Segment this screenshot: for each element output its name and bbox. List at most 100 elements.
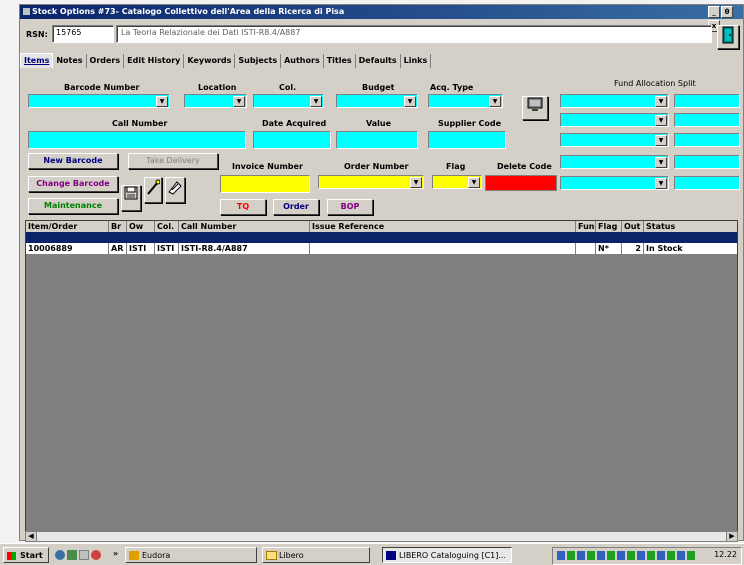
barcode-number-select[interactable]: ▼: [28, 94, 170, 108]
fund-allocation-select-5[interactable]: ▼: [560, 176, 669, 190]
tab-titles[interactable]: Titles: [324, 54, 356, 68]
tab-links[interactable]: Links: [401, 54, 432, 68]
tab-notes[interactable]: Notes: [53, 54, 87, 68]
column-header-issue-reference[interactable]: Issue Reference: [310, 221, 576, 232]
tab-keywords[interactable]: Keywords: [184, 54, 236, 68]
supplier-code-field[interactable]: [428, 131, 506, 149]
exit-door-button[interactable]: [717, 25, 739, 49]
cell-flag: N*: [596, 243, 622, 254]
monitor-button[interactable]: [522, 96, 548, 120]
fund-allocation-select-3[interactable]: ▼: [560, 133, 669, 147]
scanner-button[interactable]: [165, 177, 185, 203]
chevron-down-icon[interactable]: ▼: [404, 96, 416, 107]
col-select[interactable]: ▼: [253, 94, 324, 108]
tq-button[interactable]: TQ: [220, 199, 266, 215]
order-number-select[interactable]: ▼: [318, 175, 424, 189]
budget-select[interactable]: ▼: [336, 94, 418, 108]
call-number-field[interactable]: [28, 131, 246, 149]
tab-subjects[interactable]: Subjects: [235, 54, 282, 68]
column-header-br[interactable]: Br: [109, 221, 127, 232]
order-button[interactable]: Order: [273, 199, 319, 215]
column-header-call-number[interactable]: Call Number: [179, 221, 310, 232]
column-header-flag[interactable]: Flag: [596, 221, 622, 232]
column-header-fun[interactable]: Fun: [576, 221, 596, 232]
bop-button[interactable]: BOP: [327, 199, 373, 215]
save-button[interactable]: [121, 185, 141, 211]
fund-allocation-select-4[interactable]: ▼: [560, 155, 669, 169]
items-grid[interactable]: Item/Order Br Ow Col. Call Number Issue …: [25, 220, 738, 532]
cell-out: 2: [622, 243, 644, 254]
column-header-col[interactable]: Col.: [155, 221, 179, 232]
tray-icons[interactable]: [557, 551, 697, 560]
acq-type-select[interactable]: ▼: [428, 94, 503, 108]
invoice-number-field[interactable]: [220, 175, 310, 193]
fund-allocation-value-2[interactable]: [674, 113, 740, 127]
door-icon: [722, 26, 734, 44]
chevron-down-icon[interactable]: ▼: [655, 115, 667, 126]
chevron-down-icon[interactable]: ▼: [655, 135, 667, 146]
tab-defaults[interactable]: Defaults: [356, 54, 401, 68]
take-delivery-button[interactable]: Take Delivery: [128, 153, 218, 169]
fund-allocation-select-2[interactable]: ▼: [560, 113, 669, 127]
location-select[interactable]: ▼: [184, 94, 247, 108]
location-label: Location: [198, 83, 237, 92]
new-barcode-button[interactable]: New Barcode: [28, 153, 118, 169]
tab-orders[interactable]: Orders: [87, 54, 125, 68]
fund-allocation-value-3[interactable]: [674, 133, 740, 147]
scroll-left-icon[interactable]: ◀: [26, 532, 37, 541]
chevron-down-icon[interactable]: ▼: [233, 96, 245, 107]
date-acquired-label: Date Acquired: [262, 119, 327, 128]
taskbar-libero-cataloguing[interactable]: LIBERO Cataloguing [C1]...: [382, 547, 512, 563]
quick-launch: [54, 548, 112, 562]
chevron-down-icon[interactable]: ▼: [310, 96, 322, 107]
fund-allocation-value-4[interactable]: [674, 155, 740, 169]
chevron-down-icon[interactable]: ▼: [655, 178, 667, 189]
chevron-down-icon[interactable]: ▼: [410, 177, 422, 188]
stock-options-window: Stock Options #73- Catalogo Collettivo d…: [19, 4, 744, 542]
chevron-down-icon[interactable]: ▼: [655, 96, 667, 107]
windows-logo-icon: [7, 552, 16, 560]
app-icon[interactable]: [23, 8, 30, 15]
date-acquired-field[interactable]: [253, 131, 331, 149]
restore-button[interactable]: θ: [721, 6, 733, 18]
scroll-right-icon[interactable]: ▶: [726, 532, 737, 541]
minimize-button[interactable]: _: [708, 6, 720, 18]
fund-allocation-select-1[interactable]: ▼: [560, 94, 669, 108]
value-field[interactable]: [336, 131, 418, 149]
barcode-label: Barcode Number: [64, 83, 140, 92]
tab-authors[interactable]: Authors: [281, 54, 324, 68]
barcode-wand-button[interactable]: [144, 177, 162, 203]
browser-icon[interactable]: [55, 550, 65, 560]
fund-allocation-value-5[interactable]: [674, 176, 740, 190]
flag-select[interactable]: ▼: [432, 175, 482, 189]
column-header-status[interactable]: Status: [644, 221, 737, 232]
mail-icon[interactable]: [91, 550, 101, 560]
chevron-down-icon[interactable]: ▼: [468, 177, 480, 188]
taskbar-libero[interactable]: Libero: [262, 547, 370, 563]
title-bar[interactable]: Stock Options #73- Catalogo Collettivo d…: [20, 5, 743, 32]
tab-items[interactable]: Items: [20, 53, 54, 68]
taskbar-eudora-label: Eudora: [142, 551, 171, 560]
media-icon[interactable]: [79, 550, 89, 560]
column-header-ow[interactable]: Ow: [127, 221, 155, 232]
start-button[interactable]: Start: [3, 547, 49, 563]
tab-edit-history[interactable]: Edit History: [124, 54, 185, 68]
grid-selected-row[interactable]: [26, 232, 737, 243]
title-field[interactable]: La Teoria Relazionale dei Dati ISTI-R8.4…: [116, 25, 712, 43]
chevron-down-icon[interactable]: ▼: [489, 96, 501, 107]
chevron-down-icon[interactable]: ▼: [156, 96, 168, 107]
column-header-out[interactable]: Out: [622, 221, 644, 232]
column-header-item-order[interactable]: Item/Order: [26, 221, 109, 232]
table-row[interactable]: 10006889 AR ISTI ISTI ISTI-R8.4/A887 N* …: [26, 243, 737, 254]
tab-strip: Items Notes Orders Edit History Keywords Subj…: [20, 53, 743, 68]
taskbar-eudora[interactable]: Eudora: [125, 547, 257, 563]
maintenance-button[interactable]: Maintenance: [28, 198, 118, 214]
chevron-right-icon[interactable]: »: [113, 549, 118, 558]
chevron-down-icon[interactable]: ▼: [655, 157, 667, 168]
fund-allocation-value-1[interactable]: [674, 94, 740, 108]
change-barcode-button[interactable]: Change Barcode: [28, 176, 118, 192]
rsn-field[interactable]: 15765: [52, 25, 114, 43]
horizontal-scrollbar[interactable]: ◀ ▶: [25, 531, 738, 542]
desktop-icon[interactable]: [67, 550, 77, 560]
delete-code-field[interactable]: [485, 175, 557, 191]
